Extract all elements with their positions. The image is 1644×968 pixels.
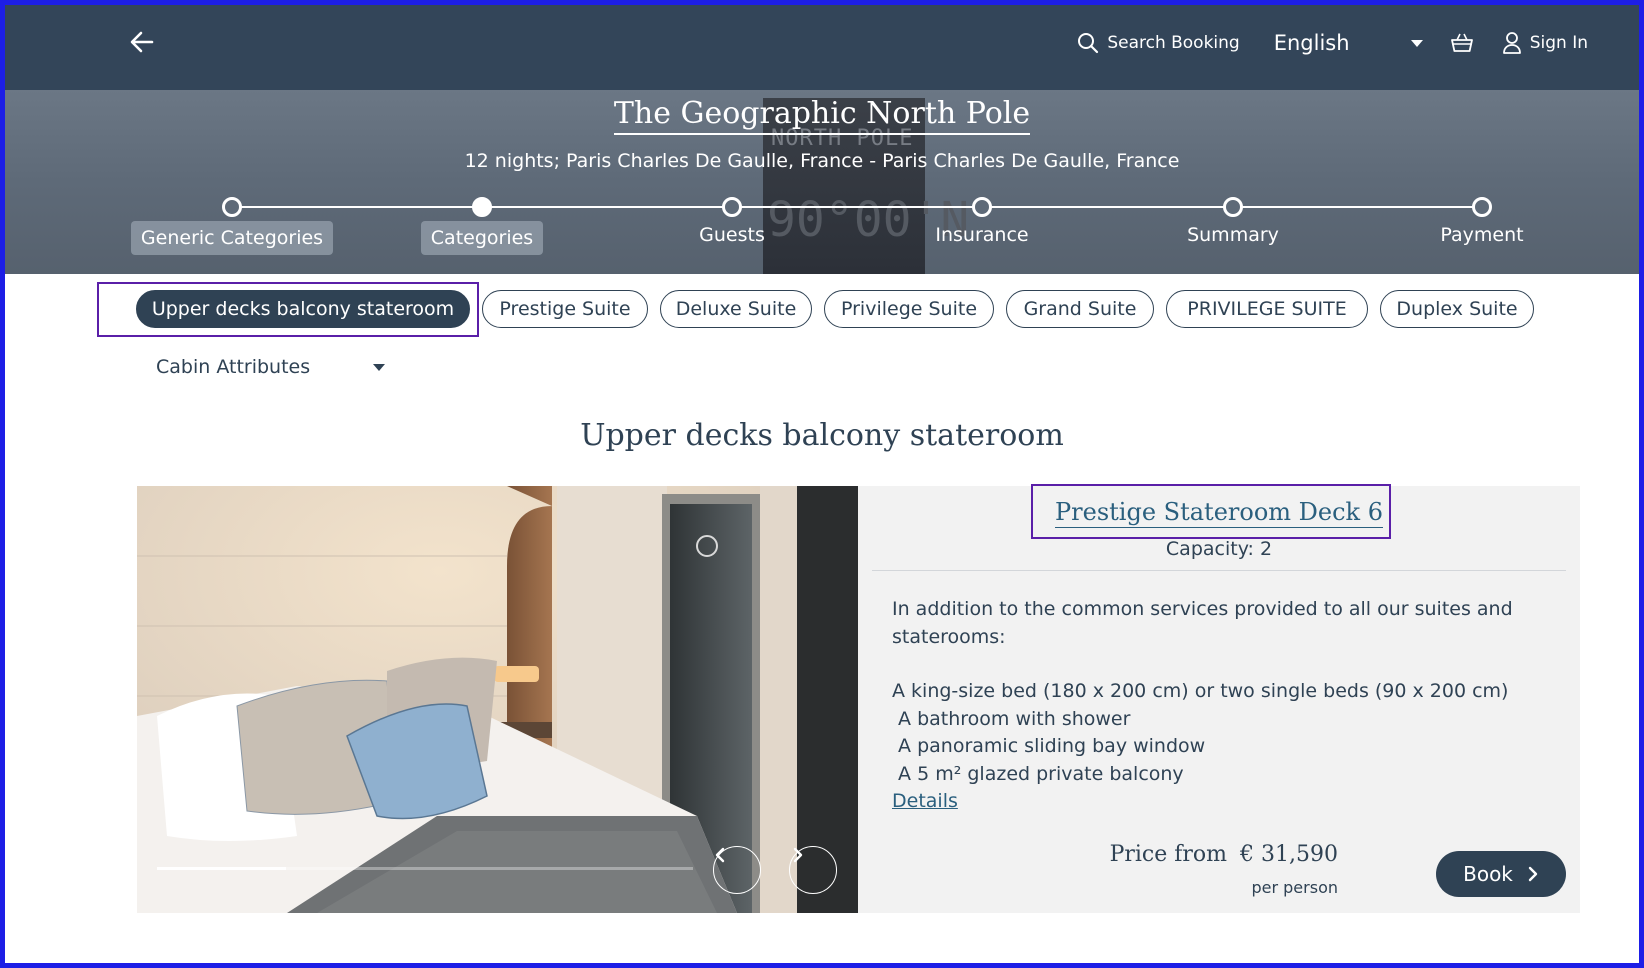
- room-feature: A panoramic sliding bay window: [892, 735, 1206, 757]
- carousel-progress-track: [157, 867, 693, 870]
- step-summary[interactable]: Summary: [1113, 197, 1353, 252]
- chevron-right-icon: [1528, 866, 1538, 882]
- caret-down-icon: [373, 364, 385, 371]
- book-button[interactable]: Book: [1436, 851, 1566, 897]
- room-name-link[interactable]: Prestige Stateroom Deck 6: [858, 498, 1580, 528]
- room-intro: In addition to the common services provi…: [892, 598, 1519, 648]
- pill-duplex-suite[interactable]: Duplex Suite: [1380, 290, 1534, 328]
- chevron-left-icon: [715, 847, 725, 863]
- search-booking-button[interactable]: Search Booking: [1077, 32, 1240, 54]
- price-from: Price from € 31,590: [1110, 842, 1338, 867]
- pill-deluxe-suite[interactable]: Deluxe Suite: [660, 290, 812, 328]
- per-person-label: per person: [1251, 878, 1338, 897]
- step-generic-categories[interactable]: Generic Categories: [112, 197, 352, 255]
- pill-grand-suite[interactable]: Grand Suite: [1006, 290, 1154, 328]
- pill-privilege-suite[interactable]: Privilege Suite: [824, 290, 994, 328]
- step-dot-current: [472, 197, 492, 217]
- step-label: Insurance: [935, 224, 1029, 246]
- step-dot: [722, 197, 742, 217]
- details-link[interactable]: Details: [892, 790, 958, 812]
- category-pills: Upper decks balcony stateroom Prestige S…: [136, 290, 1546, 328]
- search-icon: [1078, 33, 1099, 54]
- pill-label: Privilege Suite: [841, 298, 978, 320]
- step-dot: [1472, 197, 1492, 217]
- price-from-label: Price from: [1109, 842, 1228, 867]
- carousel-prev-button[interactable]: [713, 846, 761, 894]
- step-label: Summary: [1187, 224, 1279, 246]
- top-bar: Search Booking English Sign In: [0, 0, 1644, 90]
- step-label: Guests: [699, 224, 765, 246]
- room-feature: A bathroom with shower: [892, 707, 1131, 730]
- step-label: Generic Categories: [130, 221, 334, 255]
- room-detail-panel: Prestige Stateroom Deck 6 Capacity: 2 In…: [858, 486, 1580, 913]
- pill-label: Deluxe Suite: [675, 298, 797, 320]
- cruise-title: The Geographic North Pole: [0, 96, 1644, 135]
- cabin-attributes-label: Cabin Attributes: [156, 356, 311, 378]
- cabin-attributes-dropdown[interactable]: Cabin Attributes: [156, 356, 386, 378]
- pill-upper-decks-balcony-stateroom[interactable]: Upper decks balcony stateroom: [136, 290, 470, 328]
- pill-label: Grand Suite: [1023, 298, 1137, 320]
- step-dot: [222, 197, 242, 217]
- back-arrow-icon[interactable]: [128, 28, 156, 56]
- step-dot: [1223, 197, 1243, 217]
- basket-icon: [1450, 33, 1473, 52]
- pill-label: Upper decks balcony stateroom: [151, 298, 455, 320]
- language-select[interactable]: English: [1274, 31, 1424, 55]
- pill-privilege-suite-upper[interactable]: PRIVILEGE SUITE: [1166, 290, 1368, 328]
- price-value: € 31,590: [1240, 842, 1338, 867]
- stateroom-photo-carousel[interactable]: [137, 486, 858, 913]
- chevron-right-icon: [793, 847, 803, 863]
- room-description: In addition to the common services provi…: [892, 596, 1532, 816]
- sign-in-label: Sign In: [1529, 33, 1588, 53]
- sign-in-button[interactable]: Sign In: [1502, 31, 1588, 55]
- divider: [872, 570, 1566, 571]
- pill-prestige-suite[interactable]: Prestige Suite: [482, 290, 648, 328]
- caret-down-icon: [1410, 40, 1423, 47]
- book-label: Book: [1463, 862, 1513, 886]
- cruise-title-text: The Geographic North Pole: [613, 96, 1031, 135]
- step-dot: [972, 197, 992, 217]
- top-actions: Search Booking English Sign In: [1077, 28, 1588, 58]
- language-value: English: [1273, 31, 1350, 55]
- room-name-text: Prestige Stateroom Deck 6: [1055, 498, 1383, 528]
- step-label: Categories: [420, 221, 544, 255]
- pill-label: Prestige Suite: [499, 298, 631, 320]
- pill-label: Duplex Suite: [1396, 298, 1518, 320]
- cart-button[interactable]: [1450, 31, 1474, 55]
- user-icon: [1502, 32, 1521, 54]
- cruise-subtitle: 12 nights; Paris Charles De Gaulle, Fran…: [464, 150, 1180, 172]
- room-feature: A king-size bed (180 x 200 cm) or two si…: [892, 680, 1509, 702]
- pill-label: PRIVILEGE SUITE: [1187, 298, 1347, 320]
- step-guests[interactable]: Guests: [612, 197, 852, 252]
- step-label: Payment: [1440, 224, 1524, 246]
- carousel-progress-fill: [157, 867, 286, 870]
- step-payment[interactable]: Payment: [1362, 197, 1602, 252]
- room-capacity: Capacity: 2: [1165, 538, 1273, 560]
- room-feature: A 5 m² glazed private balcony: [892, 762, 1184, 785]
- carousel-next-button[interactable]: [789, 846, 837, 894]
- hero-banner: NORTH POLE 90°00'N The Geographic North …: [0, 90, 1644, 274]
- section-title: Upper decks balcony stateroom: [580, 418, 1064, 453]
- step-categories[interactable]: Categories: [362, 197, 602, 255]
- step-insurance[interactable]: Insurance: [862, 197, 1102, 252]
- search-booking-label: Search Booking: [1107, 33, 1240, 53]
